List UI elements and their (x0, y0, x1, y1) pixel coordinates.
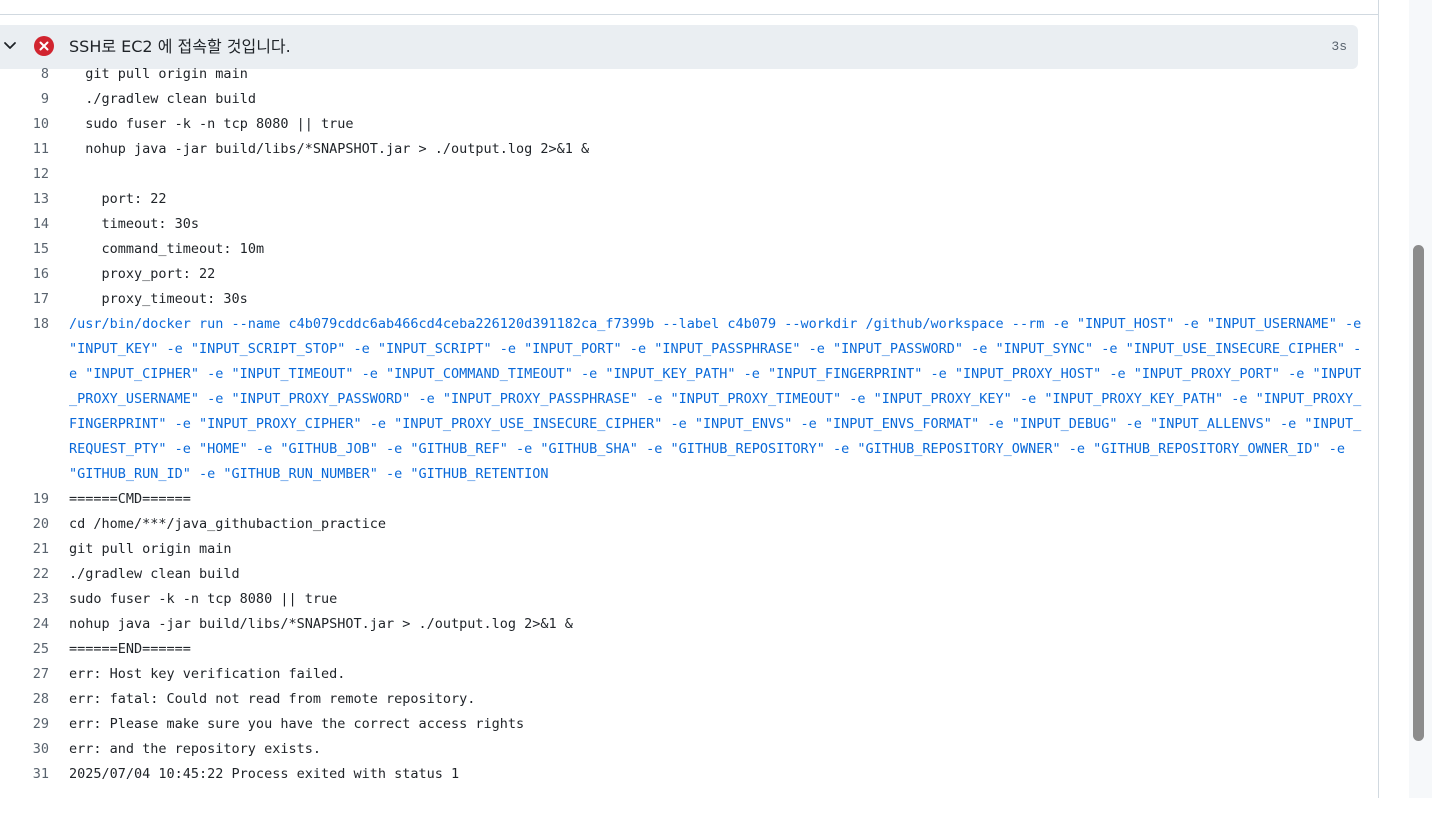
log-line: 10 sudo fuser -k -n tcp 8080 || true (0, 112, 1378, 137)
line-number[interactable]: 8 (0, 66, 49, 83)
log-line: 20 cd /home/***/java_githubaction_practic… (0, 512, 1378, 537)
line-text: ./gradlew clean build (69, 566, 240, 582)
line-number[interactable]: 24 (0, 616, 49, 633)
step-title: SSH로 EC2 에 접속할 것입니다. (69, 37, 291, 56)
line-number[interactable]: 11 (0, 141, 49, 158)
line-text: sudo fuser -k -n tcp 8080 || true (69, 116, 354, 132)
line-text: port: 22 (69, 191, 167, 207)
log-line: 12 (0, 162, 1378, 187)
line-number[interactable]: 17 (0, 291, 49, 308)
log-line: 9 ./gradlew clean build (0, 87, 1378, 112)
line-text: err: and the repository exists. (69, 741, 321, 757)
log-line: 28 err: fatal: Could not read from remote… (0, 687, 1378, 712)
line-number[interactable]: 14 (0, 216, 49, 233)
line-text: proxy_port: 22 (69, 266, 216, 282)
panel-right-border (1378, 0, 1379, 798)
log-line: 30 err: and the repository exists. (0, 737, 1378, 762)
log-output: 8 git pull origin main 9 ./gradlew clean… (0, 62, 1378, 837)
line-number[interactable]: 16 (0, 266, 49, 283)
chevron-down-icon[interactable] (2, 37, 18, 53)
line-number[interactable]: 31 (0, 766, 49, 783)
log-line: 14 timeout: 30s (0, 212, 1378, 237)
line-number[interactable]: 22 (0, 566, 49, 583)
line-number[interactable]: 23 (0, 591, 49, 608)
line-number[interactable]: 27 (0, 666, 49, 683)
line-text: timeout: 30s (69, 216, 200, 232)
log-line: 25 ======END====== (0, 637, 1378, 662)
log-line: 8 git pull origin main (0, 62, 1378, 87)
log-line: 29 err: Please make sure you have the cor… (0, 712, 1378, 737)
line-text: git pull origin main (69, 541, 232, 557)
x-circle-fill-icon (34, 36, 54, 56)
line-text: err: Please make sure you have the corre… (69, 716, 525, 732)
log-line: 11 nohup java -jar build/libs/*SNAPSHOT.… (0, 137, 1378, 162)
line-text: ======END====== (69, 641, 191, 657)
log-line: 19 ======CMD====== (0, 487, 1378, 512)
line-number[interactable]: 30 (0, 741, 49, 758)
line-number[interactable]: 19 (0, 491, 49, 508)
log-line: 31 2025/07/04 10:45:22 Process exited wit… (0, 762, 1378, 787)
line-text: 2025/07/04 10:45:22 Process exited with … (69, 766, 460, 782)
step-duration: 3s (1331, 39, 1347, 54)
line-number[interactable]: 15 (0, 241, 49, 258)
line-number[interactable]: 25 (0, 641, 49, 658)
line-number[interactable]: 21 (0, 541, 49, 558)
line-text: ./gradlew clean build (69, 91, 256, 107)
line-text: sudo fuser -k -n tcp 8080 || true (69, 591, 338, 607)
line-number[interactable]: 12 (0, 166, 49, 183)
line-text: command_timeout: 10m (69, 241, 265, 257)
line-number[interactable]: 18 (0, 316, 49, 333)
log-line: 21 git pull origin main (0, 537, 1378, 562)
scrollbar-thumb[interactable] (1413, 245, 1424, 741)
log-line: 15 command_timeout: 10m (0, 237, 1378, 262)
log-line: 17 proxy_timeout: 30s (0, 287, 1378, 312)
line-text: err: fatal: Could not read from remote r… (69, 691, 476, 707)
line-number[interactable]: 10 (0, 116, 49, 133)
docker-run-command: /usr/bin/docker run --name c4b079cddc6ab… (69, 316, 1370, 482)
log-line: 18/usr/bin/docker run --name c4b079cddc6… (0, 312, 1378, 487)
line-text: err: Host key verification failed. (69, 666, 346, 682)
line-text: git pull origin main (69, 66, 248, 82)
log-line: 13 port: 22 (0, 187, 1378, 212)
line-number[interactable]: 20 (0, 516, 49, 533)
log-line: 24 nohup java -jar build/libs/*SNAPSHOT.j… (0, 612, 1378, 637)
top-divider (0, 14, 1378, 15)
line-text: nohup java -jar build/libs/*SNAPSHOT.jar… (69, 141, 590, 157)
line-number[interactable]: 13 (0, 191, 49, 208)
line-text: cd /home/***/java_githubaction_practice (69, 516, 386, 532)
log-line: 22 ./gradlew clean build (0, 562, 1378, 587)
line-number[interactable]: 9 (0, 91, 49, 108)
log-line: 16 proxy_port: 22 (0, 262, 1378, 287)
log-line: 27 err: Host key verification failed. (0, 662, 1378, 687)
line-number[interactable]: 28 (0, 691, 49, 708)
log-line: 23 sudo fuser -k -n tcp 8080 || true (0, 587, 1378, 612)
line-text: nohup java -jar build/libs/*SNAPSHOT.jar… (69, 616, 573, 632)
line-text: ======CMD====== (69, 491, 191, 507)
line-text: proxy_timeout: 30s (69, 291, 248, 307)
line-number[interactable]: 29 (0, 716, 49, 733)
